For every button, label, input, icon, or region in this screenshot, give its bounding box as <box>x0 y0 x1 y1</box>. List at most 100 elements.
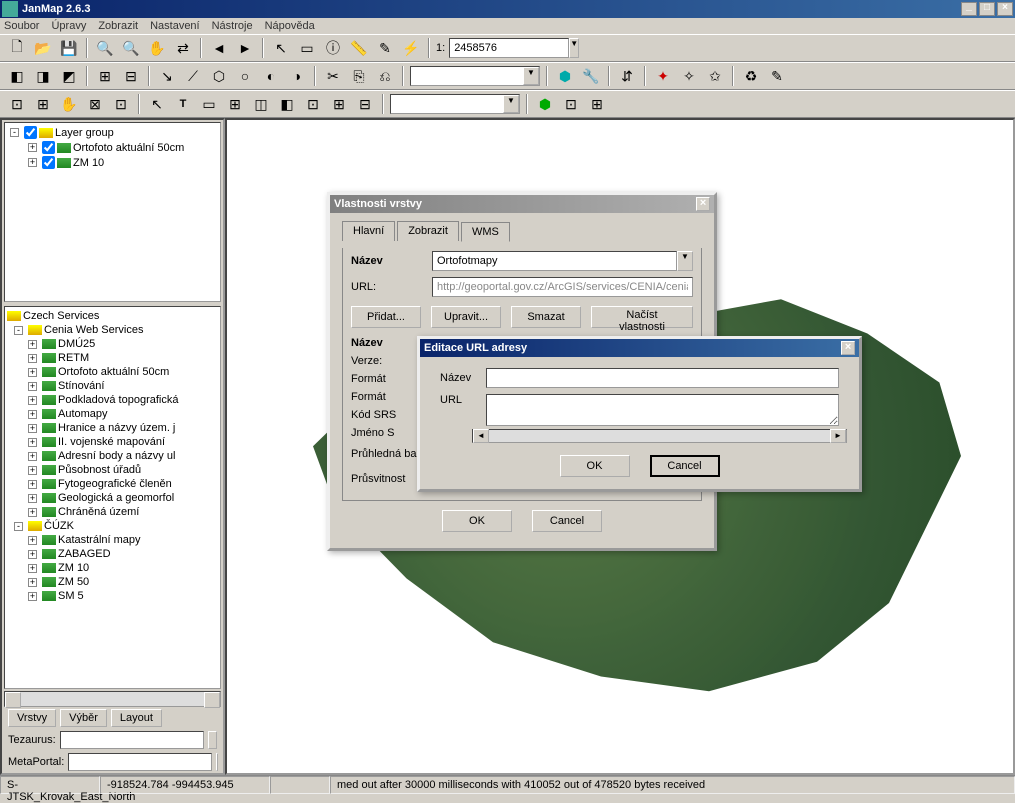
map-canvas[interactable]: Vlastnosti vrstvy × Hlavní Zobrazit WMS … <box>225 118 1015 775</box>
layer-tree[interactable]: -Layer group +Ortofoto aktuální 50cm +ZM… <box>4 122 221 302</box>
service-item[interactable]: Podkladová topografická <box>58 394 178 406</box>
new-icon[interactable]: 🗋 <box>6 37 28 59</box>
expand-icon[interactable]: + <box>28 340 37 349</box>
tool3-16-icon[interactable]: ⊡ <box>560 93 582 115</box>
expand-icon[interactable]: + <box>28 536 37 545</box>
nazev-input[interactable] <box>432 251 677 271</box>
layer-checkbox[interactable] <box>42 156 55 169</box>
zoom-in-icon[interactable]: 🔍 <box>94 37 116 59</box>
layer-ok-button[interactable]: OK <box>442 510 512 532</box>
expand-icon[interactable]: + <box>28 158 37 167</box>
tab-zobrazit[interactable]: Zobrazit <box>397 221 459 241</box>
service-item[interactable]: Stínování <box>58 380 104 392</box>
scale-dropdown-icon[interactable]: ▼ <box>569 38 579 58</box>
tool3-17-icon[interactable]: ⊞ <box>586 93 608 115</box>
close-button[interactable]: × <box>997 2 1013 16</box>
layer-checkbox[interactable] <box>42 141 55 154</box>
service-item[interactable]: Působnost úřadů <box>58 464 141 476</box>
tab-vrstvy[interactable]: Vrstvy <box>8 709 56 727</box>
url-nazev-input[interactable] <box>486 368 839 388</box>
pan-icon[interactable]: ✋ <box>146 37 168 59</box>
expand-icon[interactable]: + <box>28 466 37 475</box>
expand-icon[interactable]: + <box>28 494 37 503</box>
back-icon[interactable]: ◄ <box>208 37 230 59</box>
tool2-2-icon[interactable]: ◨ <box>32 65 54 87</box>
url-ok-button[interactable]: OK <box>560 455 630 477</box>
tool3-15-icon[interactable]: ⬢ <box>534 93 556 115</box>
url-dialog-close-icon[interactable]: × <box>841 341 855 355</box>
expand-icon[interactable]: + <box>28 508 37 517</box>
nazev-dropdown-icon[interactable]: ▼ <box>677 251 693 271</box>
tree-item[interactable]: Ortofoto aktuální 50cm <box>73 142 184 154</box>
service-item[interactable]: Automapy <box>58 408 108 420</box>
tool2-20-icon[interactable]: ✩ <box>704 65 726 87</box>
expand-icon[interactable]: + <box>28 424 37 433</box>
tool2-17-icon[interactable]: ⇵ <box>616 65 638 87</box>
tool3-5-icon[interactable]: ⊡ <box>110 93 132 115</box>
expand-icon[interactable]: - <box>14 326 23 335</box>
tool2-13-icon[interactable]: ⎘ <box>348 65 370 87</box>
expand-icon[interactable]: + <box>28 480 37 489</box>
tool2-6-icon[interactable]: ↘ <box>156 65 178 87</box>
layer-cancel-button[interactable]: Cancel <box>532 510 602 532</box>
tool3-13-icon[interactable]: ⊞ <box>328 93 350 115</box>
services-root[interactable]: Czech Services <box>23 310 99 322</box>
pointer-icon[interactable]: ↖ <box>270 37 292 59</box>
expand-icon[interactable]: - <box>10 128 19 137</box>
expand-icon[interactable]: + <box>28 354 37 363</box>
forward-icon[interactable]: ► <box>234 37 256 59</box>
tool3-2-icon[interactable]: ⊞ <box>32 93 54 115</box>
url-url-input[interactable] <box>486 394 839 426</box>
expand-icon[interactable]: + <box>28 410 37 419</box>
combo-1[interactable]: ▼ <box>410 66 540 86</box>
dialog-titlebar[interactable]: Vlastnosti vrstvy × <box>330 195 714 213</box>
select-rect-icon[interactable]: ▭ <box>296 37 318 59</box>
expand-icon[interactable]: + <box>28 452 37 461</box>
service-group[interactable]: ČÚZK <box>44 520 74 532</box>
minimize-button[interactable]: _ <box>961 2 977 16</box>
service-item[interactable]: Hranice a názvy územ. j <box>58 422 175 434</box>
menu-napoveda[interactable]: Nápověda <box>265 20 315 32</box>
tree-hscroll[interactable] <box>4 691 221 707</box>
tool2-11-icon[interactable]: ◑ <box>286 65 308 87</box>
service-item[interactable]: Chráněná území <box>58 506 139 518</box>
tool2-18-icon[interactable]: ✦ <box>652 65 674 87</box>
tool2-21-icon[interactable]: ♻ <box>740 65 762 87</box>
tool3-10-icon[interactable]: ◫ <box>250 93 272 115</box>
expand-icon[interactable]: + <box>28 578 37 587</box>
tezaurus-search-icon[interactable] <box>208 731 217 749</box>
open-icon[interactable]: 📂 <box>32 37 54 59</box>
tool3-9-icon[interactable]: ⊞ <box>224 93 246 115</box>
expand-icon[interactable]: + <box>28 396 37 405</box>
service-item[interactable]: DMÚ25 <box>58 338 95 350</box>
tool2-5-icon[interactable]: ⊟ <box>120 65 142 87</box>
menu-nastroje[interactable]: Nástroje <box>212 20 253 32</box>
service-item[interactable]: Katastrální mapy <box>58 534 141 546</box>
tab-wms[interactable]: WMS <box>461 222 510 242</box>
expand-icon[interactable]: + <box>28 143 37 152</box>
url-cancel-button[interactable]: Cancel <box>650 455 720 477</box>
tool2-7-icon[interactable]: ⟋ <box>182 65 204 87</box>
smazat-button[interactable]: Smazat <box>511 306 581 328</box>
tool2-9-icon[interactable]: ○ <box>234 65 256 87</box>
url-dialog-titlebar[interactable]: Editace URL adresy × <box>420 339 859 357</box>
url-hscroll[interactable] <box>472 429 847 443</box>
service-item[interactable]: ZM 50 <box>58 576 89 588</box>
service-item[interactable]: Fytogeografické členěn <box>58 478 172 490</box>
tool3-6-icon[interactable]: ↖ <box>146 93 168 115</box>
tool2-3-icon[interactable]: ◩ <box>58 65 80 87</box>
info-icon[interactable]: ⓘ <box>322 37 344 59</box>
service-item[interactable]: Ortofoto aktuální 50cm <box>58 366 169 378</box>
tool3-8-icon[interactable]: ▭ <box>198 93 220 115</box>
tool2-8-icon[interactable]: ⬡ <box>208 65 230 87</box>
menu-nastaveni[interactable]: Nastavení <box>150 20 200 32</box>
refresh-icon[interactable]: ⚡ <box>400 37 422 59</box>
tab-hlavni[interactable]: Hlavní <box>342 221 395 241</box>
layer-checkbox[interactable] <box>24 126 37 139</box>
metaportal-input[interactable] <box>68 753 212 771</box>
menu-soubor[interactable]: Soubor <box>4 20 39 32</box>
tab-layout[interactable]: Layout <box>111 709 162 727</box>
tree-item[interactable]: ZM 10 <box>73 157 104 169</box>
service-item[interactable]: ZABAGED <box>58 548 111 560</box>
expand-icon[interactable]: + <box>28 564 37 573</box>
